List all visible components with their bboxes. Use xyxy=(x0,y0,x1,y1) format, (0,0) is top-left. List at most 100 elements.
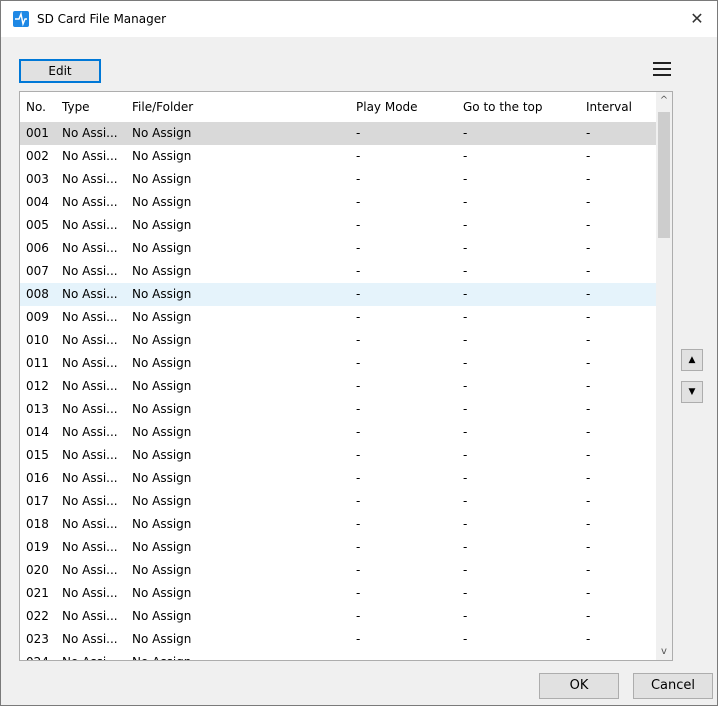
column-header-file-folder[interactable]: File/Folder xyxy=(132,92,193,122)
table-row[interactable]: 006 No Assi... No Assign - - - xyxy=(20,237,656,260)
ok-button[interactable]: OK xyxy=(539,673,619,699)
table-row[interactable]: 001 No Assi... No Assign - - - xyxy=(20,122,656,145)
table-row[interactable]: 019 No Assi... No Assign - - - xyxy=(20,536,656,559)
scroll-up-icon[interactable]: ^ xyxy=(656,92,672,109)
row-go-to-top: - xyxy=(463,356,468,370)
row-interval: - xyxy=(586,402,591,416)
table-row[interactable]: 004 No Assi... No Assign - - - xyxy=(20,191,656,214)
row-interval: - xyxy=(586,517,591,531)
row-number: 013 xyxy=(26,402,49,416)
row-file-folder: No Assign xyxy=(132,563,192,577)
row-number: 005 xyxy=(26,218,49,232)
column-header-no[interactable]: No. xyxy=(26,92,46,122)
row-number: 021 xyxy=(26,586,49,600)
row-number: 019 xyxy=(26,540,49,554)
title-bar: SD Card File Manager ✕ xyxy=(1,1,717,37)
table-row[interactable]: 003 No Assi... No Assign - - - xyxy=(20,168,656,191)
row-interval: - xyxy=(586,356,591,370)
row-file-folder: No Assign xyxy=(132,609,192,623)
row-go-to-top: - xyxy=(463,149,468,163)
row-play-mode: - xyxy=(356,586,361,600)
row-file-folder: No Assign xyxy=(132,241,192,255)
table-row[interactable]: 009 No Assi... No Assign - - - xyxy=(20,306,656,329)
row-number: 015 xyxy=(26,448,49,462)
table-row[interactable]: 011 No Assi... No Assign - - - xyxy=(20,352,656,375)
row-file-folder: No Assign xyxy=(132,517,192,531)
move-down-button[interactable]: ▼ xyxy=(681,381,703,403)
row-go-to-top: - xyxy=(463,333,468,347)
row-file-folder: No Assign xyxy=(132,333,192,347)
table-row[interactable]: 018 No Assi... No Assign - - - xyxy=(20,513,656,536)
row-play-mode: - xyxy=(356,494,361,508)
row-play-mode: - xyxy=(356,356,361,370)
row-type: No Assi... xyxy=(62,517,118,531)
table-row[interactable]: 013 No Assi... No Assign - - - xyxy=(20,398,656,421)
row-play-mode: - xyxy=(356,287,361,301)
row-type: No Assi... xyxy=(62,149,118,163)
row-file-folder: No Assign xyxy=(132,264,192,278)
column-header-play-mode[interactable]: Play Mode xyxy=(356,92,418,122)
row-interval: - xyxy=(586,149,591,163)
column-header-type[interactable]: Type xyxy=(62,92,90,122)
row-interval: - xyxy=(586,609,591,623)
row-file-folder: No Assign xyxy=(132,448,192,462)
table-row[interactable]: 010 No Assi... No Assign - - - xyxy=(20,329,656,352)
table-row[interactable]: 005 No Assi... No Assign - - - xyxy=(20,214,656,237)
table-body: 001 No Assi... No Assign - - - 002 No Assi... No… xyxy=(20,122,656,660)
row-file-folder: No Assign xyxy=(132,471,192,485)
table-row[interactable]: 014 No Assi... No Assign - - - xyxy=(20,421,656,444)
row-type: No Assi... xyxy=(62,448,118,462)
table-row[interactable]: 015 No Assi... No Assign - - - xyxy=(20,444,656,467)
row-number: 022 xyxy=(26,609,49,623)
row-go-to-top: - xyxy=(463,241,468,255)
table-row[interactable]: 023 No Assi... No Assign - - - xyxy=(20,628,656,651)
row-interval: - xyxy=(586,632,591,646)
table-row[interactable]: 016 No Assi... No Assign - - - xyxy=(20,467,656,490)
hamburger-menu-icon[interactable] xyxy=(651,58,673,80)
row-file-folder: No Assign xyxy=(132,586,192,600)
row-type: No Assi... xyxy=(62,402,118,416)
row-type: No Assi... xyxy=(62,609,118,623)
row-number: 007 xyxy=(26,264,49,278)
row-play-mode: - xyxy=(356,172,361,186)
row-file-folder: No Assign xyxy=(132,425,192,439)
row-play-mode: - xyxy=(356,540,361,554)
table-row[interactable]: 002 No Assi... No Assign - - - xyxy=(20,145,656,168)
row-type: No Assi... xyxy=(62,195,118,209)
row-go-to-top: - xyxy=(463,563,468,577)
column-header-interval[interactable]: Interval xyxy=(586,92,632,122)
row-type: No Assi... xyxy=(62,651,118,660)
row-play-mode: - xyxy=(356,563,361,577)
row-play-mode: - xyxy=(356,651,360,660)
row-number: 011 xyxy=(26,356,49,370)
row-interval: - xyxy=(586,425,591,439)
table-row[interactable]: 020 No Assi... No Assign - - - xyxy=(20,559,656,582)
row-interval: - xyxy=(586,264,591,278)
row-file-folder: No Assign xyxy=(132,379,192,393)
scrollbar-thumb[interactable] xyxy=(658,112,670,238)
table-row[interactable]: 024 No Assi... No Assign - - - xyxy=(20,651,656,660)
row-go-to-top: - xyxy=(463,218,468,232)
table-row[interactable]: 008 No Assi... No Assign - - - xyxy=(20,283,656,306)
row-number: 001 xyxy=(26,126,49,140)
row-interval: - xyxy=(586,540,591,554)
move-up-button[interactable]: ▲ xyxy=(681,349,703,371)
row-go-to-top: - xyxy=(463,471,468,485)
row-file-folder: No Assign xyxy=(132,356,192,370)
cancel-button[interactable]: Cancel xyxy=(633,673,713,699)
table-row[interactable]: 007 No Assi... No Assign - - - xyxy=(20,260,656,283)
scroll-down-icon[interactable]: v xyxy=(656,643,672,660)
row-file-folder: No Assign xyxy=(132,494,192,508)
column-header-go-to-the-top[interactable]: Go to the top xyxy=(463,92,543,122)
vertical-scrollbar[interactable]: ^ v xyxy=(656,92,672,660)
row-number: 014 xyxy=(26,425,49,439)
close-icon[interactable]: ✕ xyxy=(683,5,711,33)
table-row[interactable]: 022 No Assi... No Assign - - - xyxy=(20,605,656,628)
table-row[interactable]: 017 No Assi... No Assign - - - xyxy=(20,490,656,513)
row-file-folder: No Assign xyxy=(132,218,192,232)
row-interval: - xyxy=(586,126,591,140)
edit-button[interactable]: Edit xyxy=(19,59,101,83)
sd-card-file-manager-dialog: SD Card File Manager ✕ Edit No. Type Fil… xyxy=(0,0,718,706)
table-row[interactable]: 021 No Assi... No Assign - - - xyxy=(20,582,656,605)
table-row[interactable]: 012 No Assi... No Assign - - - xyxy=(20,375,656,398)
